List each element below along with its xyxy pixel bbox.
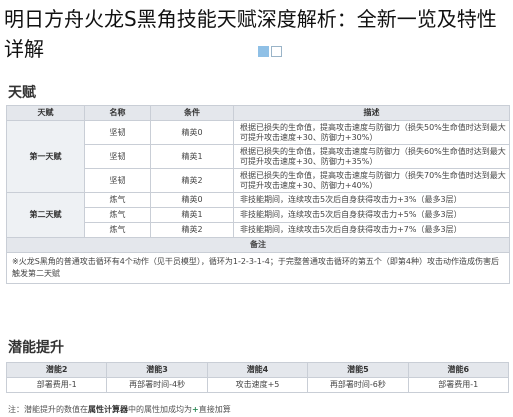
- note-text: ※火龙S黑角的普通攻击循环有4个动作（见干员模型），循环为1-2-3-1-4；于…: [6, 252, 510, 284]
- note-header: 备注: [6, 237, 510, 253]
- header-talent: 天赋: [6, 105, 85, 121]
- header-condition: 条件: [150, 105, 234, 121]
- potential-header: 潜能3: [106, 362, 208, 378]
- talent-name: 坚韧: [84, 120, 151, 145]
- talent-desc: 非技能期间，连续攻击5次后自身获得攻击力+7%（最多3层）: [233, 222, 510, 238]
- footnote: 注：潜能提升的数值在属性计算器中的属性加成均为+直接加算: [8, 404, 231, 415]
- talent-heading: 天赋: [8, 85, 36, 101]
- talent-desc: 根据已损失的生命值，提高攻击速度与防御力（损失50%生命值时达到最大可提升攻击速…: [233, 120, 510, 145]
- talent-desc: 根据已损失的生命值，提高攻击速度与防御力（损失60%生命值时达到最大可提升攻击速…: [233, 144, 510, 169]
- header-name: 名称: [84, 105, 151, 121]
- talent-table: 天赋 名称 条件 描述 第一天赋 坚韧 精英0 根据已损失的生命值，提高攻击速度…: [6, 105, 510, 284]
- potential-header: 潜能4: [206, 362, 309, 378]
- talent-name: 炼气: [84, 222, 151, 238]
- footnote-suffix: 直接加算: [198, 405, 231, 414]
- talent-desc: 非技能期间，连续攻击5次后自身获得攻击力+5%（最多3层）: [233, 207, 510, 223]
- talent-name: 炼气: [84, 192, 151, 208]
- talent-condition: 精英0: [150, 120, 234, 145]
- potential-header: 潜能2: [5, 362, 108, 378]
- talent-desc: 根据已损失的生命值，提高攻击速度与防御力（损失70%生命值时达到最大可提升攻击速…: [233, 168, 510, 193]
- potential-header: 潜能6: [407, 362, 510, 378]
- talent-group-1: 第一天赋: [6, 120, 85, 193]
- potential-value: 再部署时间-4秒: [106, 377, 208, 393]
- talent-desc: 非技能期间，连续攻击5次后自身获得攻击力+3%（最多3层）: [233, 192, 510, 208]
- talent-condition: 精英1: [150, 207, 234, 223]
- talent-condition: 精英2: [150, 222, 234, 238]
- note-row: ※火龙S黑角的普通攻击循环有4个动作（见干员模型），循环为1-2-3-1-4；于…: [6, 252, 510, 284]
- potential-value: 再部署时间-6秒: [307, 377, 409, 393]
- potential-table: 潜能2 潜能3 潜能4 潜能5 潜能6 部署费用-1 再部署时间-4秒 攻击速度…: [5, 362, 510, 393]
- talent-name: 坚韧: [84, 144, 151, 169]
- talent-name: 炼气: [84, 207, 151, 223]
- talent-condition: 精英1: [150, 144, 234, 169]
- table-row: 第一天赋 坚韧 精英0 根据已损失的生命值，提高攻击速度与防御力（损失50%生命…: [6, 120, 510, 193]
- plus-icon: +: [192, 405, 199, 414]
- talent-group-2: 第二天赋: [6, 192, 85, 238]
- footnote-highlight: 属性计算器: [88, 405, 128, 414]
- potential-value: 部署费用-1: [5, 377, 108, 393]
- potential-header: 潜能5: [307, 362, 409, 378]
- footnote-prefix: 注：潜能提升的数值在: [8, 405, 88, 414]
- table-row: 第二天赋 炼气 精英0 非技能期间，连续攻击5次后自身获得攻击力+3%（最多3层…: [6, 192, 510, 238]
- potential-heading: 潜能提升: [8, 340, 64, 356]
- note-header-row: 备注: [6, 237, 510, 253]
- talent-condition: 精英2: [150, 168, 234, 193]
- article-title: 明日方舟火龙S黑角技能天赋深度解析：全新一览及特性详解: [4, 7, 497, 61]
- talent-condition: 精英0: [150, 192, 234, 208]
- header-description: 描述: [233, 105, 510, 121]
- footnote-middle: 中的属性加成均为: [128, 405, 192, 414]
- talent-name: 坚韧: [84, 168, 151, 193]
- potential-value: 攻击速度+5: [206, 377, 309, 393]
- table-row: 部署费用-1 再部署时间-4秒 攻击速度+5 再部署时间-6秒 部署费用-1: [5, 377, 510, 393]
- potential-value: 部署费用-1: [407, 377, 510, 393]
